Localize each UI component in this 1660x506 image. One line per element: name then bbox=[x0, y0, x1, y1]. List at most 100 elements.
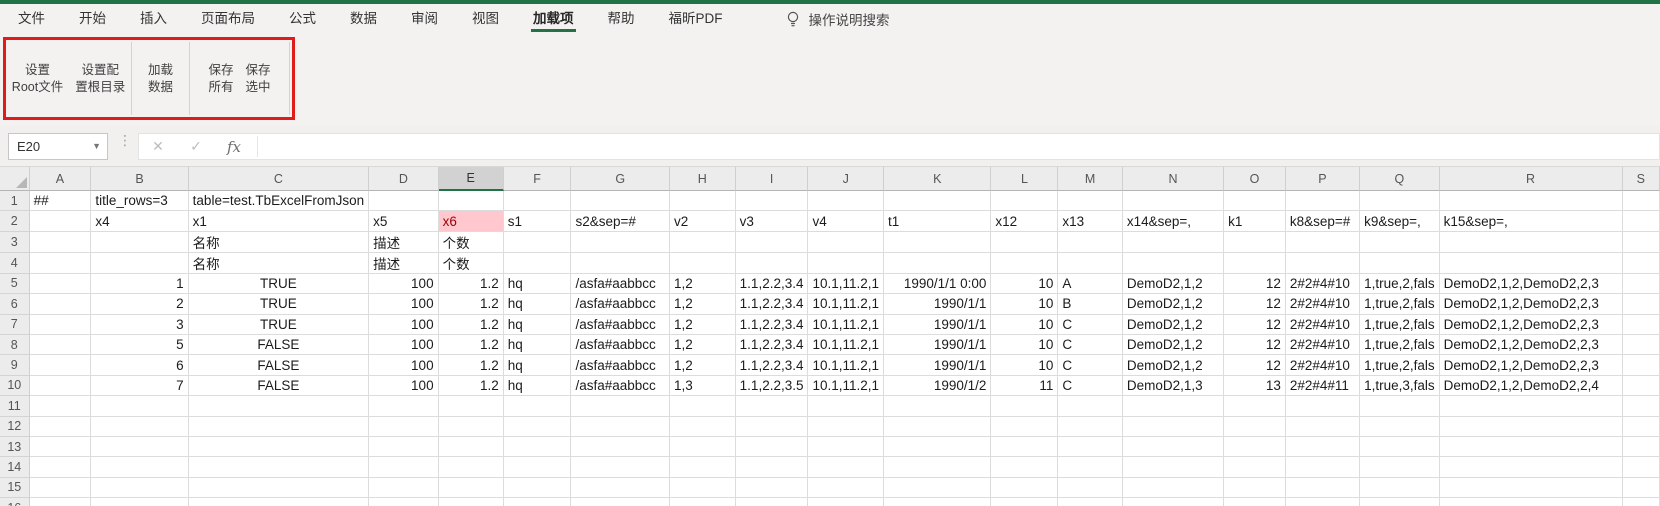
cell-E3[interactable]: 个数 bbox=[439, 232, 504, 253]
cell-Q9[interactable]: 1,true,2,fals bbox=[1360, 355, 1440, 375]
column-header-R[interactable]: R bbox=[1440, 167, 1623, 191]
cell-F4[interactable] bbox=[504, 253, 572, 274]
cell-M4[interactable] bbox=[1058, 253, 1122, 274]
cell-S3[interactable] bbox=[1623, 232, 1660, 253]
cell-K14[interactable] bbox=[884, 457, 991, 477]
cell-J6[interactable]: 10.1,11.2,1 bbox=[808, 294, 884, 314]
cell-K10[interactable]: 1990/1/2 bbox=[884, 376, 991, 396]
cell-K9[interactable]: 1990/1/1 bbox=[884, 355, 991, 375]
cell-D16[interactable] bbox=[369, 498, 438, 506]
cell-J10[interactable]: 10.1,11.2,1 bbox=[808, 376, 884, 396]
cell-J13[interactable] bbox=[808, 437, 884, 457]
row-header-13[interactable]: 13 bbox=[0, 437, 30, 457]
cell-Q6[interactable]: 1,true,2,fals bbox=[1360, 294, 1440, 314]
cell-E11[interactable] bbox=[439, 396, 504, 416]
cell-N8[interactable]: DemoD2,1,2 bbox=[1123, 335, 1224, 355]
cell-G11[interactable] bbox=[571, 396, 669, 416]
cell-J1[interactable] bbox=[808, 191, 884, 211]
column-header-D[interactable]: D bbox=[369, 167, 438, 191]
cell-Q8[interactable]: 1,true,2,fals bbox=[1360, 335, 1440, 355]
cell-I12[interactable] bbox=[736, 417, 809, 437]
cell-D3[interactable]: 描述 bbox=[369, 232, 438, 253]
row-header-12[interactable]: 12 bbox=[0, 417, 30, 437]
cell-Q3[interactable] bbox=[1360, 232, 1440, 253]
row-header-2[interactable]: 2 bbox=[0, 211, 30, 231]
cell-M3[interactable] bbox=[1058, 232, 1122, 253]
cell-O2[interactable]: k1 bbox=[1224, 211, 1286, 231]
cell-G13[interactable] bbox=[571, 437, 669, 457]
cell-O4[interactable] bbox=[1224, 253, 1286, 274]
column-header-E[interactable]: E bbox=[439, 167, 504, 191]
cell-A11[interactable] bbox=[30, 396, 92, 416]
cell-E15[interactable] bbox=[439, 478, 504, 498]
cell-Q16[interactable] bbox=[1360, 498, 1440, 506]
cell-L14[interactable] bbox=[991, 457, 1058, 477]
cell-L9[interactable]: 10 bbox=[991, 355, 1058, 375]
cell-E6[interactable]: 1.2 bbox=[439, 294, 504, 314]
cell-C13[interactable] bbox=[189, 437, 369, 457]
cell-R10[interactable]: DemoD2,1,2,DemoD2,2,4 bbox=[1440, 376, 1623, 396]
cell-P16[interactable] bbox=[1286, 498, 1360, 506]
cell-K8[interactable]: 1990/1/1 bbox=[884, 335, 991, 355]
ribbon-button-保存所有[interactable]: 保存所有 bbox=[202, 58, 239, 100]
cell-J9[interactable]: 10.1,11.2,1 bbox=[808, 355, 884, 375]
ribbon-button-保存选中[interactable]: 保存选中 bbox=[240, 58, 277, 100]
column-header-M[interactable]: M bbox=[1058, 167, 1122, 191]
cell-J16[interactable] bbox=[808, 498, 884, 506]
cell-K3[interactable] bbox=[884, 232, 991, 253]
cell-P14[interactable] bbox=[1286, 457, 1360, 477]
cell-P12[interactable] bbox=[1286, 417, 1360, 437]
cell-N7[interactable]: DemoD2,1,2 bbox=[1123, 315, 1224, 335]
cell-S8[interactable] bbox=[1623, 335, 1660, 355]
cell-S12[interactable] bbox=[1623, 417, 1660, 437]
cell-C6[interactable]: TRUE bbox=[189, 294, 369, 314]
cell-C2[interactable]: x1 bbox=[189, 211, 369, 231]
cell-F2[interactable]: s1 bbox=[504, 211, 572, 231]
cell-B9[interactable]: 6 bbox=[91, 355, 188, 375]
cell-B16[interactable] bbox=[91, 498, 188, 506]
column-header-J[interactable]: J bbox=[808, 167, 884, 191]
cell-M14[interactable] bbox=[1058, 457, 1122, 477]
cell-E1[interactable] bbox=[439, 191, 504, 211]
cell-I6[interactable]: 1.1,2.2,3.4 bbox=[736, 294, 809, 314]
cell-M13[interactable] bbox=[1058, 437, 1122, 457]
cell-A16[interactable] bbox=[30, 498, 92, 506]
cell-N16[interactable] bbox=[1123, 498, 1224, 506]
cell-P10[interactable]: 2#2#4#11 bbox=[1286, 376, 1360, 396]
cell-D9[interactable]: 100 bbox=[369, 355, 438, 375]
cell-S13[interactable] bbox=[1623, 437, 1660, 457]
cell-O11[interactable] bbox=[1224, 396, 1286, 416]
cell-O6[interactable]: 12 bbox=[1224, 294, 1286, 314]
cell-J8[interactable]: 10.1,11.2,1 bbox=[808, 335, 884, 355]
cell-B2[interactable]: x4 bbox=[91, 211, 188, 231]
cell-G5[interactable]: /asfa#aabbcc bbox=[571, 274, 669, 294]
cancel-icon[interactable]: ✕ bbox=[139, 138, 177, 155]
cell-R1[interactable] bbox=[1440, 191, 1623, 211]
ribbon-tab-公式[interactable]: 公式 bbox=[289, 4, 316, 34]
ribbon-tab-页面布局[interactable]: 页面布局 bbox=[201, 4, 255, 34]
cell-N1[interactable] bbox=[1123, 191, 1224, 211]
cell-O5[interactable]: 12 bbox=[1224, 274, 1286, 294]
cell-H14[interactable] bbox=[670, 457, 736, 477]
name-box-dropdown-icon[interactable]: ▼ bbox=[92, 141, 101, 151]
cell-J15[interactable] bbox=[808, 478, 884, 498]
ribbon-tab-数据[interactable]: 数据 bbox=[350, 4, 377, 34]
cell-C10[interactable]: FALSE bbox=[189, 376, 369, 396]
cell-S1[interactable] bbox=[1623, 191, 1660, 211]
cell-F15[interactable] bbox=[504, 478, 572, 498]
cell-D4[interactable]: 描述 bbox=[369, 253, 438, 274]
cell-A8[interactable] bbox=[30, 335, 92, 355]
cell-A7[interactable] bbox=[30, 315, 92, 335]
cell-F16[interactable] bbox=[504, 498, 572, 506]
cell-P15[interactable] bbox=[1286, 478, 1360, 498]
cell-A9[interactable] bbox=[30, 355, 92, 375]
cell-D5[interactable]: 100 bbox=[369, 274, 438, 294]
cell-H13[interactable] bbox=[670, 437, 736, 457]
ribbon-tab-福昕PDF[interactable]: 福昕PDF bbox=[669, 4, 723, 34]
name-box[interactable]: E20 ▼ bbox=[8, 133, 108, 160]
cell-R11[interactable] bbox=[1440, 396, 1623, 416]
cell-H3[interactable] bbox=[670, 232, 736, 253]
cell-G14[interactable] bbox=[571, 457, 669, 477]
cell-C11[interactable] bbox=[189, 396, 369, 416]
ribbon-tab-视图[interactable]: 视图 bbox=[472, 4, 499, 34]
